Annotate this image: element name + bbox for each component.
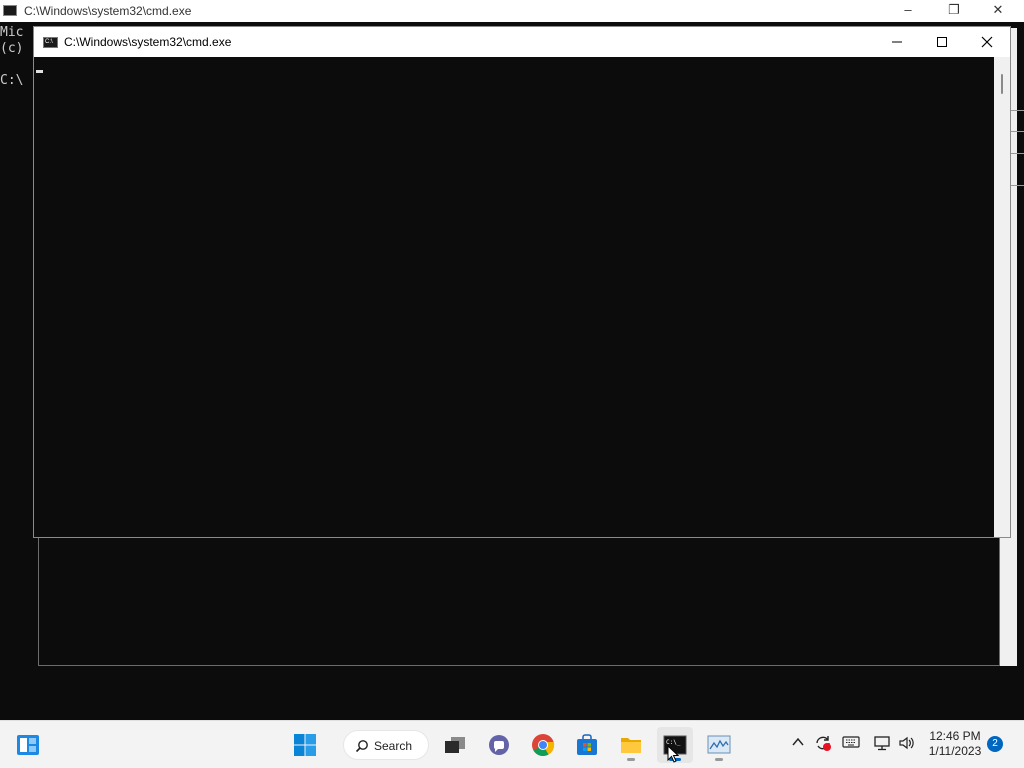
cmd-window-titlebar[interactable]: C:\ C:\Windows\system32\cmd.exe [34,27,1010,57]
notification-badge[interactable]: 2 [987,736,1003,752]
chrome-icon [532,734,555,756]
windows-start-icon [294,734,316,756]
network-icon[interactable] [873,735,891,751]
performance-monitor-button[interactable] [701,727,737,763]
running-indicator [627,758,635,761]
running-indicator [715,758,723,761]
task-view-icon [445,737,465,753]
background-restore-button[interactable]: ❐ [934,2,974,18]
teams-chat-icon [489,735,509,755]
console-line: Mic [0,25,24,40]
background-window-title: C:\Windows\system32\cmd.exe [24,4,192,18]
close-icon [981,36,993,48]
minimize-button[interactable] [874,27,920,57]
cmd-window[interactable]: C:\ C:\Windows\system32\cmd.exe [33,26,1011,538]
search-button[interactable]: Search [343,730,429,760]
console-output-area[interactable] [34,57,994,537]
window-edge-line [1011,153,1024,154]
window-edge-line [1011,131,1024,132]
file-explorer-icon [621,738,641,753]
clock-date: 1/11/2023 [928,744,982,758]
microsoft-store-button[interactable] [569,727,605,763]
secondary-window-frame [38,536,1000,666]
mouse-pointer-icon [667,745,679,763]
close-button[interactable] [964,27,1010,57]
clock-time: 12:46 PM [929,729,981,743]
window-edge-line [1011,185,1024,186]
performance-monitor-icon [707,735,731,754]
minimize-icon [892,41,902,43]
maximize-icon [937,37,947,47]
console-scrollbar[interactable] [994,57,1010,537]
clock[interactable]: 12:46 PM 1/11/2023 [922,729,988,759]
background-window-titlebar[interactable]: C:\Windows\system32\cmd.exe – ❐ ✕ [0,0,1024,22]
text-cursor [36,70,43,73]
cmd-window-title: C:\Windows\system32\cmd.exe [64,35,232,49]
scrollbar-thumb[interactable] [1001,74,1003,94]
teams-chat-button[interactable] [481,727,517,763]
keyboard-icon[interactable] [842,735,860,749]
search-label: Search [374,739,413,753]
search-icon [355,740,368,753]
widgets-button[interactable] [10,727,46,763]
console-line: (c) [0,41,24,56]
background-close-button[interactable]: ✕ [978,2,1018,18]
taskbar: Search C:\_ 12:46 PM 1/11/2023 2 [0,720,1024,768]
microsoft-store-icon [577,734,597,755]
window-edge-line [1011,110,1024,111]
widgets-icon [17,735,39,755]
cmd-window-icon [3,5,17,16]
file-explorer-button[interactable] [613,727,649,763]
maximize-button[interactable] [919,27,965,57]
volume-icon[interactable] [898,735,916,751]
chrome-button[interactable] [525,727,561,763]
background-minimize-button[interactable]: – [888,2,928,17]
start-button[interactable] [287,727,323,763]
chevron-up-icon[interactable] [791,735,805,749]
sync-icon[interactable] [814,734,832,752]
console-line: C:\ [0,73,24,88]
cmd-app-icon: C:\ [43,37,58,48]
task-view-button[interactable] [437,727,473,763]
